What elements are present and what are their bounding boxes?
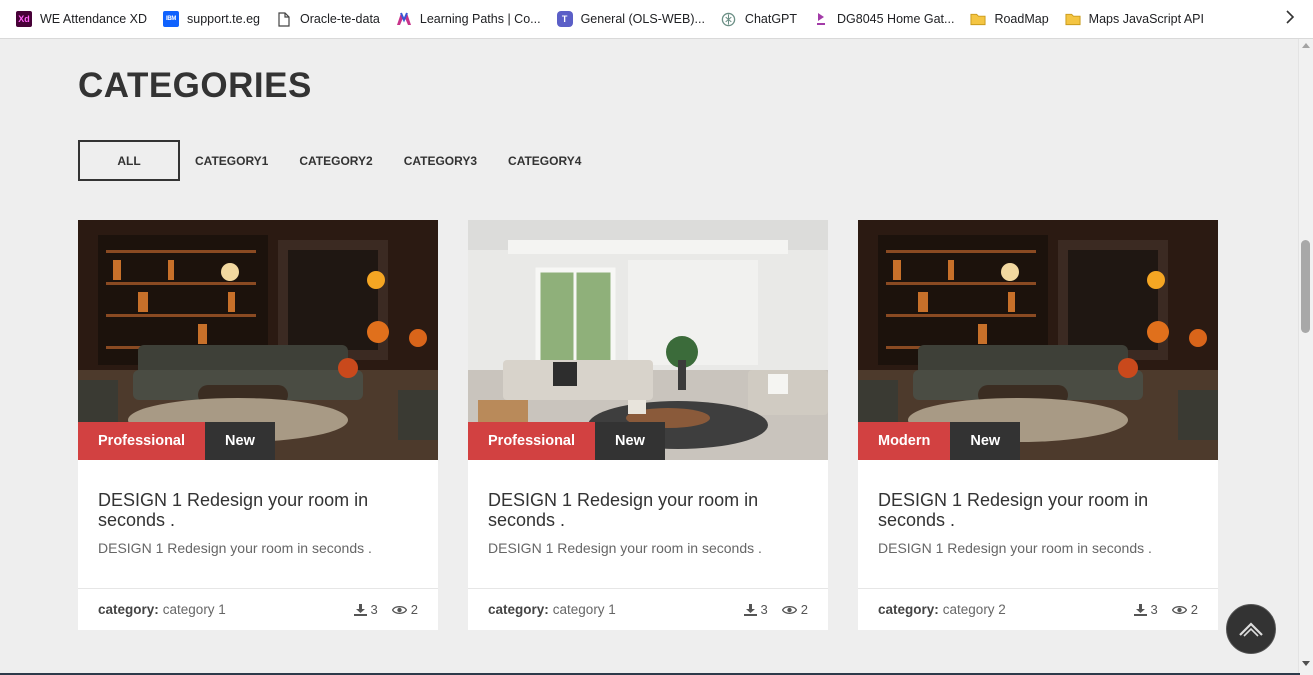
card-stats: 3 2 <box>340 602 418 617</box>
more-bookmarks-chevron-icon[interactable] <box>1285 10 1295 29</box>
bookmark-label: support.te.eg <box>187 12 260 26</box>
filter-category4[interactable]: CATEGORY4 <box>492 140 596 181</box>
card-title[interactable]: DESIGN 1 Redesign your room in seconds . <box>98 490 418 530</box>
bookmark-dg8045[interactable]: DG8045 Home Gat... <box>805 5 962 33</box>
views-count: 2 <box>410 602 418 617</box>
bookmark-general-ols-web[interactable]: T General (OLS-WEB)... <box>549 5 713 33</box>
card-description: DESIGN 1 Redesign your room in seconds . <box>98 540 372 556</box>
page-title: CATEGORIES <box>78 66 312 105</box>
views-stat: 2 <box>391 602 418 617</box>
bookmark-label: Learning Paths | Co... <box>419 12 541 26</box>
category-label: category: <box>488 602 549 617</box>
folder-icon <box>970 11 986 27</box>
bookmark-label: Oracle-te-data <box>299 12 380 26</box>
download-stat[interactable]: 3 <box>353 602 378 617</box>
card-footer: category: category 1 3 2 <box>468 588 828 630</box>
card-image-halloween-living-room[interactable]: Modern New <box>858 220 1218 460</box>
filter-category2[interactable]: CATEGORY2 <box>283 140 387 181</box>
ibm-icon: IBM <box>163 11 180 27</box>
download-icon <box>1133 603 1147 616</box>
views-count: 2 <box>1190 602 1198 617</box>
category-value[interactable]: category 1 <box>163 602 226 617</box>
eye-icon <box>391 605 407 614</box>
download-icon <box>743 603 757 616</box>
card-image-halloween-living-room[interactable]: Professional New <box>78 220 438 460</box>
card-tags: Professional New <box>78 422 275 460</box>
design-card[interactable]: Professional New DESIGN 1 Redesign your … <box>78 220 438 630</box>
card-stats: 3 2 <box>730 602 808 617</box>
bookmark-we-attendance[interactable]: Xd WE Attendance XD <box>8 5 155 33</box>
scroll-up-arrow-icon[interactable] <box>1302 43 1310 48</box>
download-stat[interactable]: 3 <box>1133 602 1158 617</box>
tag-secondary[interactable]: New <box>595 422 665 460</box>
bookmarks-bar: Xd WE Attendance XD IBM support.te.eg Or… <box>0 0 1313 39</box>
bookmark-label: WE Attendance XD <box>40 12 148 26</box>
chatgpt-icon <box>721 11 737 27</box>
card-image-white-modern-living-room[interactable]: Professional New <box>468 220 828 460</box>
category-filters: ALL CATEGORY1 CATEGORY2 CATEGORY3 CATEGO… <box>78 140 596 181</box>
views-stat: 2 <box>1171 602 1198 617</box>
card-tags: Professional New <box>468 422 665 460</box>
bookmark-chatgpt[interactable]: ChatGPT <box>713 5 805 33</box>
scroll-down-arrow-icon[interactable] <box>1302 661 1310 666</box>
download-count: 3 <box>370 602 378 617</box>
adobe-xd-icon: Xd <box>16 11 32 27</box>
chevron-up-icon <box>1239 622 1263 637</box>
card-footer: category: category 1 3 2 <box>78 588 438 630</box>
tag-primary[interactable]: Modern <box>858 422 951 460</box>
eye-icon <box>1171 605 1187 614</box>
filter-all[interactable]: ALL <box>78 140 180 181</box>
bookmark-label: ChatGPT <box>744 12 798 26</box>
bookmark-label: RoadMap <box>994 12 1049 26</box>
teams-icon: T <box>556 11 573 27</box>
bookmark-learning-paths[interactable]: Learning Paths | Co... <box>388 5 549 33</box>
category-label: category: <box>98 602 159 617</box>
bookmark-maps-js-api[interactable]: Maps JavaScript API <box>1057 5 1212 33</box>
design-card[interactable]: Professional New DESIGN 1 Redesign your … <box>468 220 828 630</box>
tag-primary[interactable]: Professional <box>78 422 206 460</box>
download-icon <box>353 603 367 616</box>
document-icon <box>276 11 292 27</box>
card-title[interactable]: DESIGN 1 Redesign your room in seconds . <box>878 490 1198 530</box>
download-count: 3 <box>1150 602 1158 617</box>
back-to-top-button[interactable] <box>1226 604 1276 654</box>
tag-secondary[interactable]: New <box>205 422 275 460</box>
eye-icon <box>781 605 797 614</box>
bookmark-label: General (OLS-WEB)... <box>580 12 705 26</box>
card-stats: 3 2 <box>1120 602 1198 617</box>
filter-category3[interactable]: CATEGORY3 <box>388 140 492 181</box>
tag-primary[interactable]: Professional <box>468 422 596 460</box>
bookmark-support-te[interactable]: IBM support.te.eg <box>155 5 268 33</box>
bookmark-roadmap[interactable]: RoadMap <box>962 5 1056 33</box>
card-footer: category: category 2 3 2 <box>858 588 1218 630</box>
category-value[interactable]: category 2 <box>943 602 1006 617</box>
bookmark-label: DG8045 Home Gat... <box>837 12 955 26</box>
views-stat: 2 <box>781 602 808 617</box>
tag-secondary[interactable]: New <box>950 422 1021 460</box>
card-description: DESIGN 1 Redesign your room in seconds . <box>488 540 762 556</box>
card-description: DESIGN 1 Redesign your room in seconds . <box>878 540 1152 556</box>
views-count: 2 <box>800 602 808 617</box>
category-value[interactable]: category 1 <box>553 602 616 617</box>
scrollbar-thumb[interactable] <box>1301 240 1310 333</box>
bookmark-label: Maps JavaScript API <box>1088 12 1204 26</box>
filter-category1[interactable]: CATEGORY1 <box>180 140 283 181</box>
page-scrollbar[interactable] <box>1298 39 1313 675</box>
bookmark-oracle-te-data[interactable]: Oracle-te-data <box>268 5 388 33</box>
download-count: 3 <box>760 602 768 617</box>
router-icon <box>813 11 829 27</box>
card-tags: Modern New <box>858 422 1021 460</box>
folder-icon <box>1065 11 1081 27</box>
category-label: category: <box>878 602 939 617</box>
card-title[interactable]: DESIGN 1 Redesign your room in seconds . <box>488 490 808 530</box>
design-card[interactable]: Modern New DESIGN 1 Redesign your room i… <box>858 220 1218 630</box>
learning-paths-icon <box>396 11 412 27</box>
download-stat[interactable]: 3 <box>743 602 768 617</box>
